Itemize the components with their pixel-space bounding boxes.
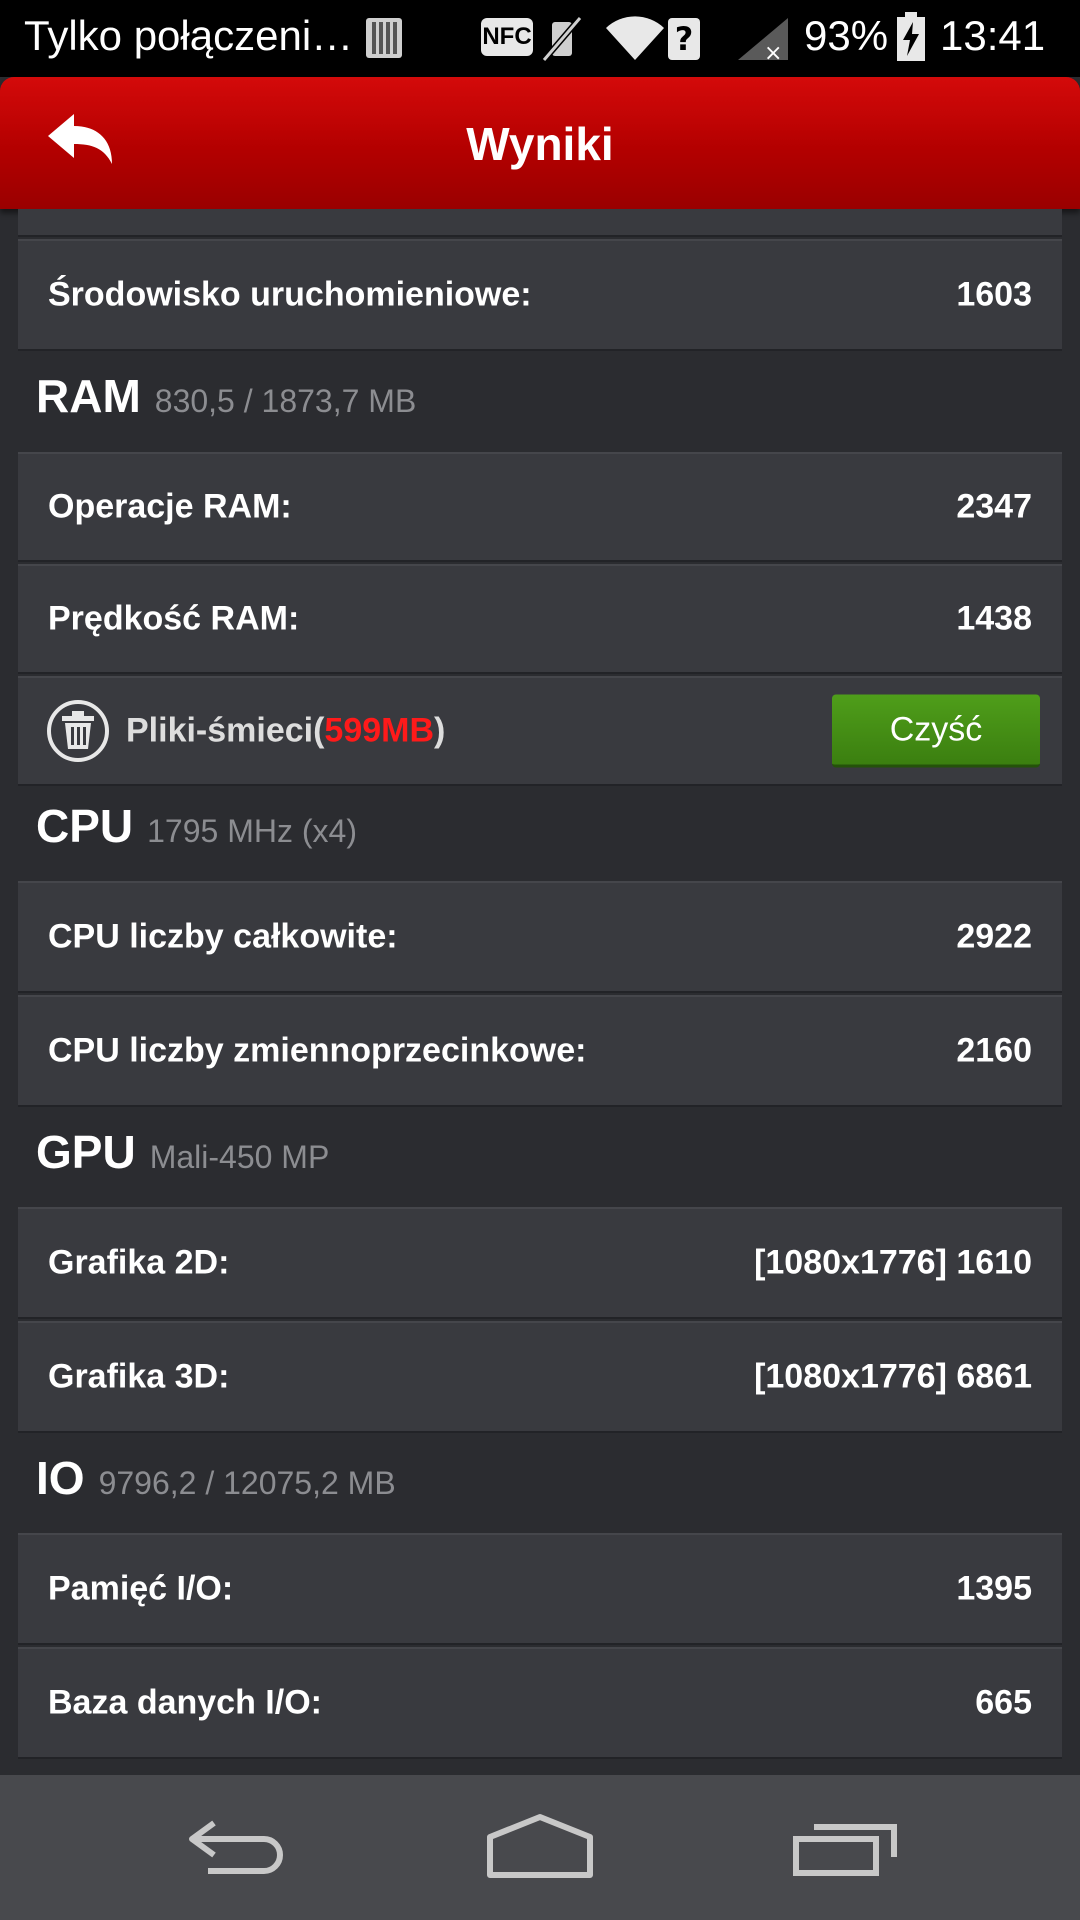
section-cpu-header: CPU 1795 MHz (x4) [36, 799, 357, 853]
junk-size: 599MB [324, 711, 435, 750]
row-label: Pamięć I/O: [48, 1569, 234, 1608]
results-list[interactable]: Środowisko uruchomieniowe: 1603 RAM 830,5… [0, 209, 1080, 1775]
list-item-gpu-2d: Grafika 2D: [1080x1776] 1610 [18, 1207, 1062, 1319]
row-value: 2922 [956, 917, 1032, 956]
row-value: 1395 [956, 1569, 1032, 1608]
row-label: Prędkość RAM: [48, 599, 300, 638]
nav-back-icon[interactable] [180, 1805, 300, 1885]
row-label: Operacje RAM: [48, 487, 292, 526]
action-bar: Wyniki [0, 77, 1080, 209]
list-item-io-storage: Pamięć I/O: 1395 [18, 1533, 1062, 1645]
status-bar: Tylko połączeni… NFC ? × 93% 13:41 [0, 0, 1080, 77]
clean-button[interactable]: Czyść [832, 694, 1040, 768]
page-title: Wyniki [466, 118, 614, 170]
row-value: 2160 [956, 1031, 1032, 1070]
row-label: Baza danych I/O: [48, 1683, 322, 1722]
section-title: RAM [36, 370, 141, 422]
section-ram-header: RAM 830,5 / 1873,7 MB [36, 369, 416, 423]
sim-card-icon [366, 18, 402, 58]
navigation-bar [0, 1775, 1080, 1920]
section-gpu-header: GPU Mali-450 MP [36, 1125, 329, 1179]
carrier-label: Tylko połączeni… [24, 12, 354, 59]
row-label: CPU liczby zmiennoprzecinkowe: [48, 1031, 587, 1070]
list-item-ram-ops: Operacje RAM: 2347 [18, 452, 1062, 562]
list-item-gpu-3d: Grafika 3D: [1080x1776] 6861 [18, 1321, 1062, 1433]
trash-icon [47, 700, 109, 762]
clock: 13:41 [940, 12, 1046, 59]
row-label: Grafika 2D: [48, 1243, 230, 1282]
section-subtitle: 1795 MHz (x4) [147, 813, 357, 849]
section-subtitle: 830,5 / 1873,7 MB [154, 383, 417, 419]
row-value: 2347 [956, 487, 1032, 526]
section-subtitle: Mali-450 MP [149, 1139, 330, 1175]
list-item-cpu-int: CPU liczby całkowite: 2922 [18, 881, 1062, 993]
list-item-ram-speed: Prędkość RAM: 1438 [18, 564, 1062, 674]
nfc-icon: NFC [481, 18, 533, 56]
row-value: [1080x1776] 1610 [754, 1243, 1032, 1282]
section-io-header: IO 9796,2 / 12075,2 MB [36, 1451, 396, 1505]
junk-files-label: Pliki-śmieci(599MB) [126, 711, 446, 750]
list-item-io-database: Baza danych I/O: 665 [18, 1647, 1062, 1759]
svg-text:×: × [764, 41, 782, 62]
section-title: CPU [36, 800, 134, 852]
list-item-junk-files: Pliki-śmieci(599MB) Czyść [18, 676, 1062, 786]
list-item-cpu-float: CPU liczby zmiennoprzecinkowe: 2160 [18, 995, 1062, 1107]
question-icon: ? [668, 18, 700, 60]
row-value: 1438 [956, 599, 1032, 638]
signal-no-service-icon: × [738, 18, 788, 62]
list-item-runtime: Środowisko uruchomieniowe: 1603 [18, 239, 1062, 351]
battery-charging-icon [897, 12, 925, 61]
section-title: IO [36, 1452, 85, 1504]
row-label: Środowisko uruchomieniowe: [48, 275, 532, 314]
vibrate-mute-icon [541, 16, 583, 62]
partial-card [18, 209, 1062, 237]
row-value: 1603 [956, 275, 1032, 314]
wifi-icon [606, 16, 664, 60]
row-label: CPU liczby całkowite: [48, 917, 398, 956]
row-value: [1080x1776] 6861 [754, 1357, 1032, 1396]
row-label: Grafika 3D: [48, 1357, 230, 1396]
nav-recents-icon[interactable] [784, 1805, 904, 1885]
battery-percent: 93% [804, 12, 889, 59]
nav-home-icon[interactable] [480, 1805, 600, 1885]
row-value: 665 [975, 1683, 1032, 1722]
section-title: GPU [36, 1126, 136, 1178]
section-subtitle: 9796,2 / 12075,2 MB [98, 1465, 396, 1501]
